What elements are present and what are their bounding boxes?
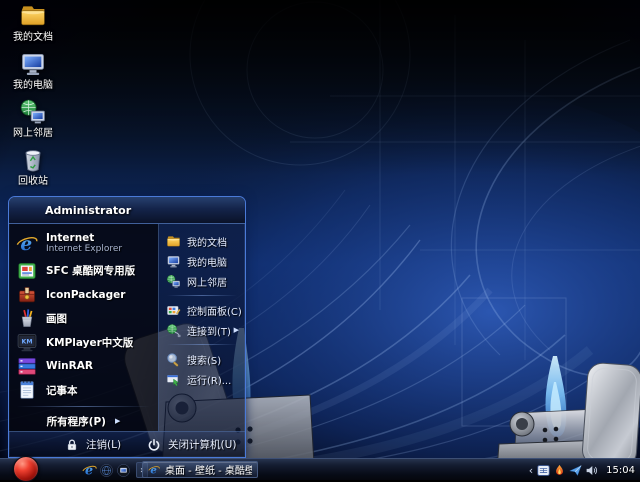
- desktop-icon-label: 我的文档: [13, 32, 53, 43]
- tray-collapse-chevron-icon[interactable]: ‹: [529, 464, 533, 477]
- flame-tray-icon[interactable]: [553, 464, 566, 477]
- start-menu-header: Administrator: [9, 197, 245, 224]
- volume-tray-icon[interactable]: [585, 464, 598, 477]
- menu-item-label: 我的文档: [187, 234, 227, 249]
- my-computer-icon: [166, 254, 181, 269]
- run-icon: [166, 372, 181, 387]
- desktop-icon-my-documents[interactable]: 我的文档: [2, 2, 64, 46]
- desktop-icon-label: 回收站: [18, 176, 48, 187]
- lock-icon: [65, 438, 79, 452]
- menu-item-label: IconPackager: [46, 289, 125, 301]
- winrar-icon: [16, 355, 38, 377]
- all-programs-button[interactable]: 所有程序(P) ▶: [9, 411, 158, 431]
- desktop-icon-label: 网上邻居: [13, 128, 53, 139]
- network-places-icon: [166, 274, 181, 289]
- log-off-label: 注销(L): [86, 437, 121, 452]
- menu-item-label: 运行(R)...: [187, 372, 231, 387]
- desktop-icon-recycle-bin[interactable]: 回收站: [2, 146, 64, 190]
- paint-icon: [16, 308, 38, 330]
- recycle-bin-icon: [19, 146, 47, 174]
- iconpackager-icon: [16, 284, 38, 306]
- menu-item-network-places[interactable]: 网上邻居: [159, 271, 245, 291]
- menu-item-run[interactable]: 运行(R)...: [159, 369, 245, 389]
- internet-explorer-icon: [148, 464, 160, 476]
- internet-explorer-quicklaunch-icon[interactable]: [82, 463, 97, 478]
- shutdown-label: 关闭计算机(U): [168, 437, 236, 452]
- menu-item-my-documents[interactable]: 我的文档: [159, 231, 245, 251]
- start-button[interactable]: [13, 456, 39, 482]
- desktop-icon-label: 我的电脑: [13, 80, 53, 91]
- show-desktop-quicklaunch-icon[interactable]: [116, 463, 131, 478]
- network-places-icon: [19, 98, 47, 126]
- sfc-zhuoku-icon: [16, 260, 38, 282]
- menu-item-internet[interactable]: Internet Internet Explorer: [9, 229, 158, 259]
- menu-item-notepad[interactable]: 记事本: [9, 378, 158, 402]
- menu-item-control-panel[interactable]: 控制面板(C): [159, 300, 245, 320]
- start-menu-footer: 注销(L) 关闭计算机(U): [9, 431, 245, 457]
- menu-item-label: 画图: [46, 311, 67, 326]
- menu-item-label: 网上邻居: [187, 274, 227, 289]
- connect-to-icon: [166, 323, 181, 338]
- menu-divider: [167, 295, 237, 296]
- control-panel-icon: [166, 303, 181, 318]
- power-icon: [147, 438, 161, 452]
- menu-item-label: 控制面板(C): [187, 303, 242, 318]
- menu-item-sublabel: Internet Explorer: [46, 244, 122, 255]
- taskbar-window-title: 桌面 - 壁纸 - 桌酷壁...: [165, 462, 252, 477]
- quick-launch-bar: ›: [82, 459, 148, 481]
- pinned-programs-list: Internet Internet Explorer SFC 桌酷网专用版 Ic…: [9, 224, 159, 431]
- browser-globe-quicklaunch-icon[interactable]: [99, 463, 114, 478]
- desktop-icon-my-computer[interactable]: 我的电脑: [2, 50, 64, 94]
- menu-divider: [17, 406, 150, 407]
- desktop-icon-network-places[interactable]: 网上邻居: [2, 98, 64, 142]
- menu-item-connect-to[interactable]: 连接到(T) ▶: [159, 320, 245, 340]
- my-computer-icon: [19, 50, 47, 78]
- shutdown-button[interactable]: 关闭计算机(U): [147, 437, 236, 452]
- search-icon: [166, 352, 181, 367]
- taskbar-clock[interactable]: 15:04: [606, 465, 635, 476]
- messenger-tray-icon[interactable]: [569, 464, 582, 477]
- taskbar: › 桌面 - 壁纸 - 桌酷壁... ‹ 15:04: [0, 458, 640, 480]
- start-menu: Administrator Internet Internet Explorer…: [8, 196, 246, 458]
- log-off-button[interactable]: 注销(L): [65, 437, 121, 452]
- internet-explorer-icon: [16, 233, 38, 255]
- menu-item-iconpackager[interactable]: IconPackager: [9, 283, 158, 307]
- kmplayer-icon: [16, 331, 38, 353]
- taskbar-window-button[interactable]: 桌面 - 壁纸 - 桌酷壁...: [142, 461, 258, 478]
- menu-item-label: 连接到(T): [187, 323, 231, 338]
- my-documents-folder-icon: [19, 2, 47, 30]
- menu-item-label: 记事本: [46, 383, 78, 398]
- submenu-arrow-icon: ▶: [234, 326, 239, 334]
- menu-item-winrar[interactable]: WinRAR: [9, 354, 158, 378]
- menu-item-label: WinRAR: [46, 360, 93, 372]
- username: Administrator: [9, 204, 131, 217]
- notepad-icon: [16, 379, 38, 401]
- my-documents-icon: [166, 234, 181, 249]
- menu-item-search[interactable]: 搜索(S): [159, 349, 245, 369]
- all-programs-label: 所有程序(P): [47, 414, 106, 429]
- menu-item-label: 我的电脑: [187, 254, 227, 269]
- menu-item-sfc-zhuoku[interactable]: SFC 桌酷网专用版: [9, 259, 158, 283]
- menu-item-kmplayer[interactable]: KMPlayer中文版: [9, 330, 158, 354]
- menu-item-my-computer[interactable]: 我的电脑: [159, 251, 245, 271]
- menu-item-paint[interactable]: 画图: [9, 307, 158, 331]
- desktop-icon-list: 我的文档 我的电脑 网上邻居 回收站: [2, 2, 64, 194]
- menu-item-label: SFC 桌酷网专用版: [46, 263, 135, 278]
- places-list: 我的文档 我的电脑 网上邻居 控制面板(C) 连接到(T) ▶: [159, 224, 245, 431]
- menu-item-label: KMPlayer中文版: [46, 335, 133, 350]
- submenu-arrow-icon: ▶: [115, 417, 120, 425]
- menu-item-label: Internet: [46, 233, 122, 244]
- menu-divider: [167, 344, 237, 345]
- input-method-tray-icon[interactable]: [537, 464, 550, 477]
- system-tray: ‹ 15:04: [529, 459, 637, 481]
- menu-item-label: 搜索(S): [187, 352, 221, 367]
